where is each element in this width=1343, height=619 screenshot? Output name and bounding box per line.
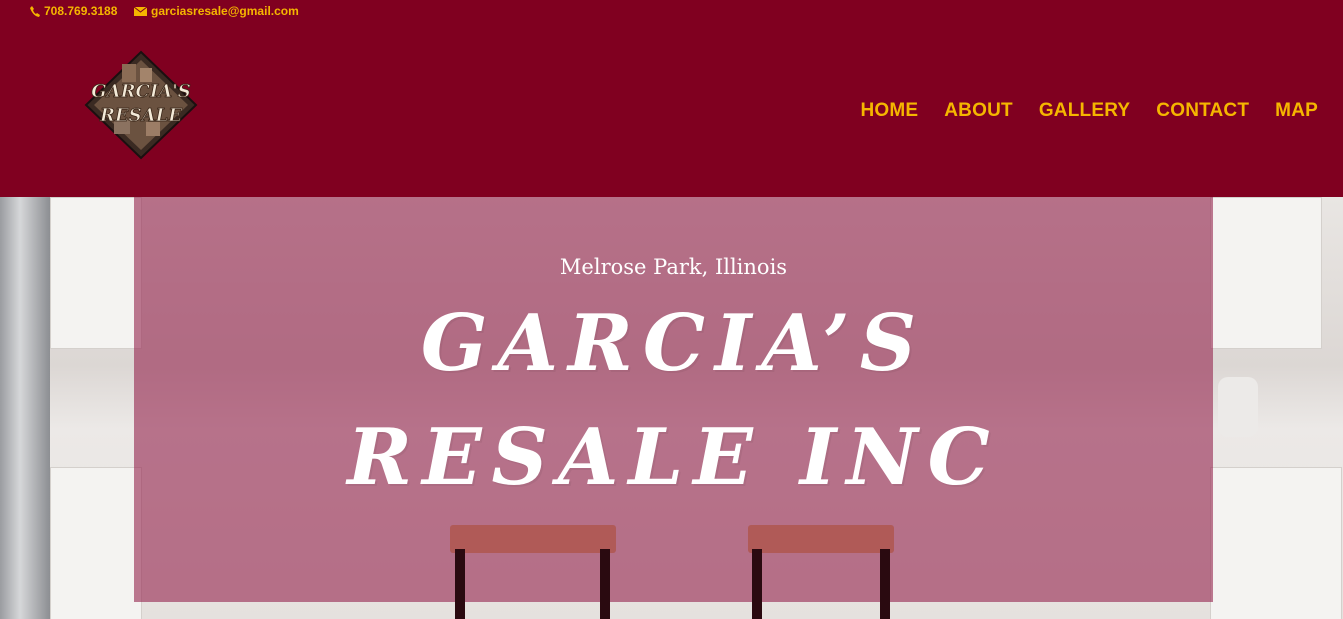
logo-text-line2: RESALE (99, 105, 182, 126)
email-link[interactable]: garciasresale@gmail.com (134, 4, 299, 18)
hero-title-line1: GARCIA’S (420, 298, 927, 389)
stool-leg (752, 549, 762, 619)
nav-contact[interactable]: CONTACT (1156, 100, 1249, 122)
lower-cabinet (1210, 467, 1342, 619)
nav-home[interactable]: HOME (860, 100, 918, 122)
nav-map[interactable]: MAP (1275, 100, 1318, 122)
hero-title: GARCIA’S RESALE INC (134, 287, 1213, 515)
stool-leg (455, 549, 465, 619)
refrigerator-image (0, 197, 50, 619)
envelope-icon (134, 6, 147, 16)
site-header: GARCIA'S RESALE HOME ABOUT GALLERY CONTA… (0, 24, 1343, 197)
lower-cabinet (50, 467, 142, 619)
upper-cabinet (50, 197, 142, 349)
hero-location: Melrose Park, Illinois (559, 255, 788, 279)
hero-overlay: Melrose Park, Illinois GARCIA’S RESALE I… (134, 197, 1213, 602)
nav-about[interactable]: ABOUT (944, 100, 1013, 122)
phone-number: 708.769.3188 (44, 4, 118, 18)
email-address: garciasresale@gmail.com (151, 4, 299, 18)
bar-stool-image (450, 525, 616, 553)
phone-icon (30, 5, 40, 17)
hero-section: Melrose Park, Illinois GARCIA’S RESALE I… (0, 197, 1343, 619)
stand-mixer-image (1218, 377, 1258, 437)
bar-stool-image (748, 525, 894, 553)
logo-text-line1: GARCIA'S (91, 81, 191, 102)
main-nav: HOME ABOUT GALLERY CONTACT MAP (860, 100, 1318, 122)
top-bar: 708.769.3188 garciasresale@gmail.com (0, 0, 1343, 24)
hero-title-line2: RESALE INC (347, 412, 1000, 503)
nav-gallery[interactable]: GALLERY (1039, 100, 1130, 122)
stool-leg (600, 549, 610, 619)
site-logo[interactable]: GARCIA'S RESALE (84, 50, 198, 160)
phone-link[interactable]: 708.769.3188 (30, 4, 117, 18)
stool-leg (880, 549, 890, 619)
upper-cabinet (1210, 197, 1322, 349)
